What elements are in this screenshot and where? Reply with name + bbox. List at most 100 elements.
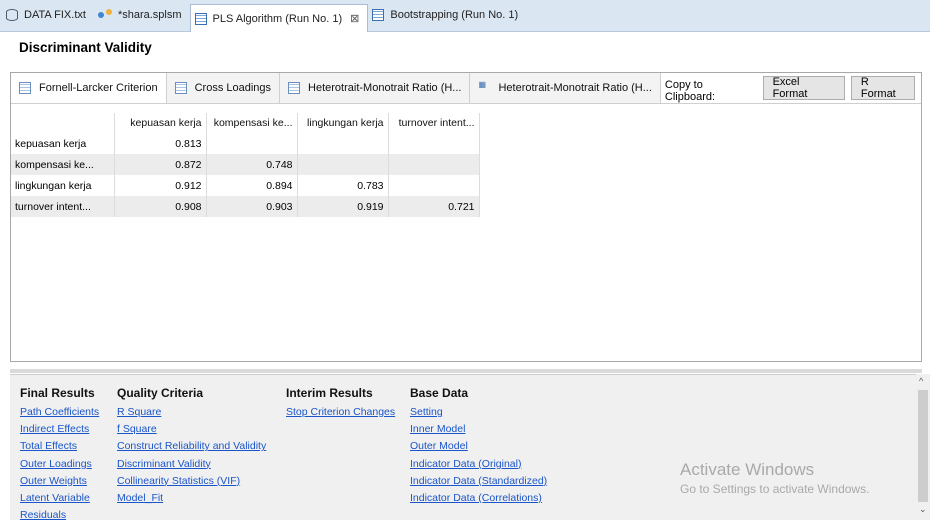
link-collinearity-statistics[interactable]: Collinearity Statistics (VIF) bbox=[117, 473, 266, 490]
matrix-cell bbox=[388, 133, 480, 154]
column-header[interactable]: kepuasan kerja bbox=[114, 113, 207, 133]
page-title: Discriminant Validity bbox=[19, 40, 152, 55]
header-row: kepuasan kerja kompensasi ke... lingkung… bbox=[11, 113, 480, 133]
tab-data-fix[interactable]: DATA FIX.txt bbox=[2, 3, 94, 27]
matrix-cell bbox=[297, 133, 389, 154]
activate-windows-watermark: Activate Windows Go to Settings to activ… bbox=[680, 460, 869, 496]
tab-label: Cross Loadings bbox=[194, 82, 272, 94]
column-heading: Interim Results bbox=[286, 386, 373, 400]
excel-format-button[interactable]: Excel Format bbox=[762, 76, 845, 100]
link-construct-reliability[interactable]: Construct Reliability and Validity bbox=[117, 438, 266, 455]
matrix-cell: 0.872 bbox=[114, 154, 207, 175]
link-model-fit[interactable]: Model_Fit bbox=[117, 490, 266, 507]
tab-cross-loadings[interactable]: Cross Loadings bbox=[166, 73, 281, 103]
smartpls-window: DATA FIX.txt *shara.splsm PLS Algorithm … bbox=[0, 0, 930, 520]
matrix-cell: 0.748 bbox=[206, 154, 298, 175]
fornell-larcker-table: kepuasan kerja kompensasi ke... lingkung… bbox=[11, 113, 480, 217]
scroll-down-icon[interactable]: ⌄ bbox=[919, 504, 927, 515]
tab-label: Heterotrait-Monotrait Ratio (H... bbox=[498, 82, 652, 94]
link-indirect-effects[interactable]: Indirect Effects bbox=[20, 421, 99, 438]
link-indicator-data-correlations[interactable]: Indicator Data (Correlations) bbox=[410, 490, 547, 507]
matrix-cell bbox=[206, 133, 298, 154]
tab-pls-algorithm[interactable]: PLS Algorithm (Run No. 1) ⊠ bbox=[189, 4, 369, 32]
final-results-column: Final Results Path Coefficients Indirect… bbox=[20, 386, 99, 520]
table-row: lingkungan kerja 0.912 0.894 0.783 bbox=[11, 175, 480, 196]
scrollbar-thumb[interactable] bbox=[918, 390, 928, 502]
link-outer-weights[interactable]: Outer Weights bbox=[20, 473, 99, 490]
model-icon bbox=[97, 9, 112, 21]
tab-bootstrapping[interactable]: Bootstrapping (Run No. 1) bbox=[368, 3, 526, 27]
link-outer-model[interactable]: Outer Model bbox=[410, 438, 547, 455]
table-row: kepuasan kerja 0.813 bbox=[11, 133, 480, 154]
quality-criteria-column: Quality Criteria R Square f Square Const… bbox=[117, 386, 266, 507]
matrix-cell: 0.919 bbox=[297, 196, 389, 217]
scroll-up-icon[interactable]: ^ bbox=[919, 376, 923, 386]
column-heading: Base Data bbox=[410, 386, 469, 400]
matrix-icon: ▦ bbox=[478, 80, 487, 89]
table-row: turnover intent... 0.908 0.903 0.919 0.7… bbox=[11, 196, 480, 217]
column-header[interactable]: turnover intent... bbox=[388, 113, 480, 133]
link-indicator-data-original[interactable]: Indicator Data (Original) bbox=[410, 456, 547, 473]
copy-to-clipboard-label: Copy to Clipboard: bbox=[664, 79, 716, 103]
panel-splitter[interactable] bbox=[10, 369, 922, 373]
row-label: kompensasi ke... bbox=[11, 154, 115, 175]
link-path-coefficients[interactable]: Path Coefficients bbox=[20, 404, 99, 421]
watermark-title: Activate Windows bbox=[680, 460, 815, 479]
link-f-square[interactable]: f Square bbox=[117, 421, 266, 438]
tab-htmt-table[interactable]: Heterotrait-Monotrait Ratio (H... bbox=[280, 73, 471, 103]
tab-label: Fornell-Larcker Criterion bbox=[39, 82, 158, 94]
link-residuals[interactable]: Residuals bbox=[20, 507, 99, 520]
matrix-cell bbox=[297, 154, 389, 175]
matrix-cell bbox=[388, 175, 480, 196]
tab-shara-model[interactable]: *shara.splsm bbox=[94, 3, 190, 27]
matrix-cell: 0.894 bbox=[206, 175, 298, 196]
matrix-cell: 0.912 bbox=[114, 175, 207, 196]
link-r-square[interactable]: R Square bbox=[117, 404, 266, 421]
row-label: turnover intent... bbox=[11, 196, 115, 217]
view-tab-bar: Fornell-Larcker Criterion Cross Loadings… bbox=[11, 73, 921, 104]
column-header[interactable]: lingkungan kerja bbox=[297, 113, 389, 133]
close-tab-icon[interactable]: ⊠ bbox=[350, 12, 359, 25]
results-panel: Fornell-Larcker Criterion Cross Loadings… bbox=[10, 72, 922, 362]
report-icon bbox=[372, 9, 385, 21]
link-latent-variable[interactable]: Latent Variable bbox=[20, 490, 99, 507]
vertical-scrollbar[interactable]: ^ ⌄ bbox=[916, 374, 930, 520]
column-heading: Quality Criteria bbox=[117, 386, 204, 400]
tab-label: Bootstrapping (Run No. 1) bbox=[390, 9, 519, 21]
database-icon bbox=[6, 9, 18, 21]
tab-label: Heterotrait-Monotrait Ratio (H... bbox=[308, 82, 462, 94]
report-icon bbox=[194, 12, 207, 25]
row-label: lingkungan kerja bbox=[11, 175, 115, 196]
matrix-cell: 0.908 bbox=[114, 196, 207, 217]
tab-htmt-matrix[interactable]: ▦ Heterotrait-Monotrait Ratio (H... bbox=[470, 73, 661, 103]
table-row: kompensasi ke... 0.872 0.748 bbox=[11, 154, 480, 175]
link-stop-criterion-changes[interactable]: Stop Criterion Changes bbox=[286, 404, 395, 421]
corner-cell bbox=[11, 113, 115, 133]
table-icon bbox=[174, 82, 187, 94]
results-navigation: Final Results Path Coefficients Indirect… bbox=[10, 374, 930, 520]
row-label: kepuasan kerja bbox=[11, 133, 115, 154]
tab-label: DATA FIX.txt bbox=[24, 9, 86, 21]
table-icon bbox=[19, 82, 31, 94]
watermark-subtitle: Go to Settings to activate Windows. bbox=[680, 482, 870, 496]
column-header[interactable]: kompensasi ke... bbox=[206, 113, 298, 133]
matrix-cell: 0.721 bbox=[388, 196, 480, 217]
matrix-cell: 0.813 bbox=[114, 133, 207, 154]
base-data-column: Base Data Setting Inner Model Outer Mode… bbox=[410, 386, 547, 507]
tab-label: PLS Algorithm (Run No. 1) bbox=[212, 12, 343, 25]
link-outer-loadings[interactable]: Outer Loadings bbox=[20, 456, 99, 473]
r-format-button[interactable]: R Format bbox=[850, 76, 916, 100]
matrix-cell: 0.783 bbox=[297, 175, 389, 196]
link-inner-model[interactable]: Inner Model bbox=[410, 421, 547, 438]
tab-fornell-larcker[interactable]: Fornell-Larcker Criterion bbox=[11, 73, 167, 103]
column-heading: Final Results bbox=[20, 386, 95, 400]
matrix-cell bbox=[388, 154, 480, 175]
link-discriminant-validity[interactable]: Discriminant Validity bbox=[117, 456, 266, 473]
interim-results-column: Interim Results Stop Criterion Changes bbox=[286, 386, 395, 421]
table-icon bbox=[288, 82, 301, 94]
link-indicator-data-standardized[interactable]: Indicator Data (Standardized) bbox=[410, 473, 547, 490]
link-setting[interactable]: Setting bbox=[410, 404, 547, 421]
tab-label: *shara.splsm bbox=[117, 9, 182, 21]
editor-tab-bar: DATA FIX.txt *shara.splsm PLS Algorithm … bbox=[0, 0, 930, 32]
link-total-effects[interactable]: Total Effects bbox=[20, 438, 99, 455]
